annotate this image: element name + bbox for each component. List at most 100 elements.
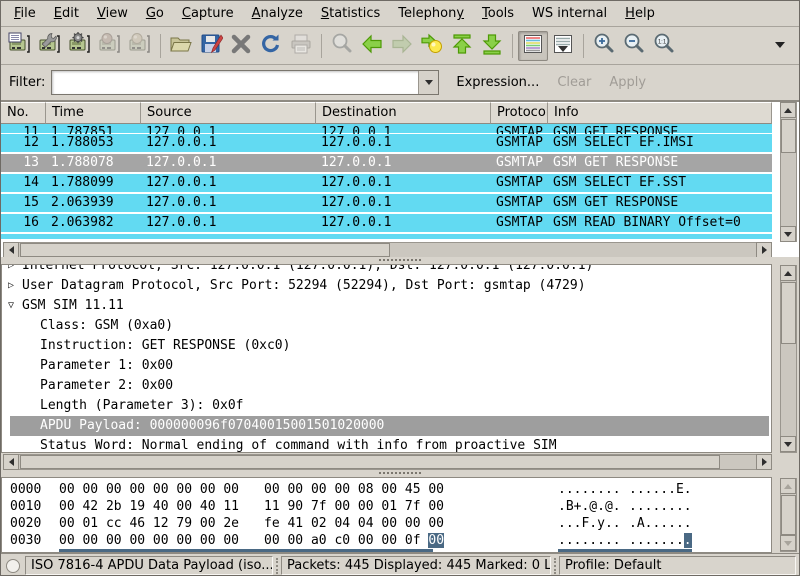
ascii-bytes[interactable]: ........ <box>558 532 621 549</box>
column-header-source[interactable]: Source <box>141 102 316 124</box>
packet-bytes-view[interactable]: 000000 00 00 00 00 00 00 0000 00 00 00 0… <box>1 477 772 553</box>
detail-line[interactable]: Parameter 2: 0x00 <box>40 376 173 396</box>
hex-row-0010[interactable]: 001000 42 2b 19 40 00 40 1111 90 7f 00 0… <box>2 498 771 515</box>
detail-line[interactable]: Instruction: GET RESPONSE (0xc0) <box>40 336 290 356</box>
packet-row-12[interactable]: 121.788053127.0.0.1127.0.0.1GSMTAPGSM SE… <box>1 134 772 154</box>
open-file-button[interactable] <box>166 31 196 61</box>
menu-telephony[interactable]: Telephony <box>389 3 473 24</box>
scrollbar-thumb[interactable] <box>781 119 796 153</box>
menu-tools[interactable]: Tools <box>473 3 523 24</box>
packet-row-13[interactable]: 131.788078127.0.0.1127.0.0.1GSMTAPGSM GE… <box>1 154 772 174</box>
capture-restart-button[interactable] <box>125 31 155 61</box>
column-header-protocol[interactable]: Protocol <box>491 102 548 124</box>
menu-analyze[interactable]: Analyze <box>243 3 312 24</box>
packet-row-16[interactable]: 162.063982127.0.0.1127.0.0.1GSMTAPGSM RE… <box>1 214 772 234</box>
scroll-down-button[interactable] <box>780 226 796 242</box>
hex-row-0030[interactable]: 003000 00 00 00 00 00 00 0000 00 a0 c0 0… <box>2 532 771 549</box>
reload-button[interactable] <box>256 31 286 61</box>
packet-row-15[interactable]: 152.063939127.0.0.1127.0.0.1GSMTAPGSM GE… <box>1 194 772 214</box>
menu-go[interactable]: Go <box>137 3 173 24</box>
menu-file[interactable]: File <box>5 3 45 24</box>
expander-closed-icon[interactable]: ▷ <box>8 264 14 276</box>
detail-line[interactable]: ▽GSM SIM 11.11 <box>22 296 124 316</box>
scroll-down-button[interactable] <box>780 535 796 551</box>
menu-help[interactable]: Help <box>616 3 664 24</box>
toolbar-overflow-button[interactable] <box>765 31 795 61</box>
go-to-packet-button[interactable] <box>417 31 447 61</box>
scroll-right-button[interactable] <box>756 454 772 470</box>
print-button[interactable] <box>286 31 316 61</box>
expression-button[interactable]: Expression... <box>447 71 548 94</box>
scroll-right-button[interactable] <box>756 242 772 258</box>
detail-line[interactable]: ▷User Datagram Protocol, Src Port: 52294… <box>22 276 586 296</box>
detail-line[interactable]: Parameter 1: 0x00 <box>40 356 173 376</box>
detail-line[interactable]: Class: GSM (0xa0) <box>40 316 173 336</box>
filter-history-dropdown-button[interactable] <box>418 71 438 94</box>
capture-start-button[interactable] <box>65 31 95 61</box>
hex-bytes[interactable]: 00 00 00 00 00 00 00 00 <box>59 532 239 549</box>
ascii-bytes[interactable]: ...F.y.. <box>558 515 621 532</box>
capture-stop-button[interactable] <box>95 31 125 61</box>
detail-line[interactable]: Status Word: Normal ending of command wi… <box>40 436 557 453</box>
go-back-button[interactable] <box>357 31 387 61</box>
scrollbar-thumb[interactable] <box>781 495 796 535</box>
packet-row-14[interactable]: 141.788099127.0.0.1127.0.0.1GSMTAPGSM SE… <box>1 174 772 194</box>
scroll-down-button[interactable] <box>780 436 796 452</box>
pane-splitter-bottom[interactable] <box>1 470 799 477</box>
hex-row-0000[interactable]: 000000 00 00 00 00 00 00 0000 00 00 00 0… <box>2 481 771 498</box>
menu-ws-internal[interactable]: WS internal <box>523 3 616 24</box>
list-interfaces-button[interactable] <box>5 31 35 61</box>
column-header-time[interactable]: Time <box>46 102 141 124</box>
scroll-up-button[interactable] <box>780 478 796 494</box>
expert-info-button[interactable] <box>6 559 20 573</box>
hex-bytes[interactable]: 00 00 00 00 00 00 00 00 <box>59 481 239 498</box>
menu-view[interactable]: View <box>88 3 137 24</box>
ascii-bytes[interactable]: ........ <box>629 498 692 515</box>
column-header-destination[interactable]: Destination <box>316 102 491 124</box>
scrollbar-thumb[interactable] <box>781 282 796 344</box>
auto-scroll-button[interactable] <box>548 31 578 61</box>
close-file-button[interactable] <box>226 31 256 61</box>
scroll-left-button[interactable] <box>3 242 19 258</box>
find-packet-button[interactable] <box>327 31 357 61</box>
ascii-bytes[interactable]: ......E. <box>629 481 692 498</box>
pane-splitter-top[interactable] <box>1 257 799 264</box>
detail-line[interactable]: Length (Parameter 3): 0x0f <box>40 396 244 416</box>
go-forward-button[interactable] <box>387 31 417 61</box>
expander-closed-icon[interactable]: ▷ <box>8 276 14 296</box>
go-to-top-button[interactable] <box>447 31 477 61</box>
scroll-up-button[interactable] <box>780 265 796 281</box>
apply-button[interactable]: Apply <box>600 71 655 94</box>
hex-bytes[interactable]: 00 42 2b 19 40 00 40 11 <box>59 498 239 515</box>
clear-button[interactable]: Clear <box>548 71 600 94</box>
selected-byte[interactable]: . <box>684 533 692 548</box>
ascii-bytes[interactable]: ........ <box>558 481 621 498</box>
ascii-bytes[interactable]: ........ <box>629 532 692 549</box>
hex-bytes[interactable]: 00 01 cc 46 12 79 00 2e <box>59 515 239 532</box>
scrollbar-thumb[interactable] <box>20 243 390 257</box>
save-file-button[interactable] <box>196 31 226 61</box>
scroll-left-button[interactable] <box>3 454 19 470</box>
hex-bytes[interactable]: 00 00 a0 c0 00 00 0f 00 <box>264 532 444 549</box>
ascii-bytes[interactable]: .A...... <box>629 515 692 532</box>
filter-input[interactable] <box>55 72 415 93</box>
colorize-packets-button[interactable] <box>518 31 548 61</box>
go-to-bottom-button[interactable] <box>477 31 507 61</box>
detail-line[interactable]: APDU Payload: 000000096f0704001500150102… <box>10 416 769 436</box>
expander-open-icon[interactable]: ▽ <box>8 296 14 316</box>
column-header-no[interactable]: No. <box>1 102 46 124</box>
menu-edit[interactable]: Edit <box>45 3 88 24</box>
column-header-info[interactable]: Info <box>548 102 772 124</box>
packet-details-view[interactable]: ▷Internet Protocol, Src: 127.0.0.1 (127.… <box>1 264 772 453</box>
ascii-bytes[interactable]: .B+.@.@. <box>558 498 621 515</box>
zoom-out-button[interactable] <box>619 31 649 61</box>
hex-bytes[interactable]: fe 41 02 04 04 00 00 00 <box>264 515 444 532</box>
hex-bytes[interactable]: 00 00 00 00 08 00 45 00 <box>264 481 444 498</box>
capture-options-button[interactable] <box>35 31 65 61</box>
menu-statistics[interactable]: Statistics <box>312 3 389 24</box>
scroll-up-button[interactable] <box>780 102 796 118</box>
selected-byte[interactable]: 00 <box>428 533 444 548</box>
scrollbar-thumb[interactable] <box>20 455 720 469</box>
hex-bytes[interactable]: 11 90 7f 00 00 01 7f 00 <box>264 498 444 515</box>
detail-line[interactable]: ▷Internet Protocol, Src: 127.0.0.1 (127.… <box>22 264 593 276</box>
